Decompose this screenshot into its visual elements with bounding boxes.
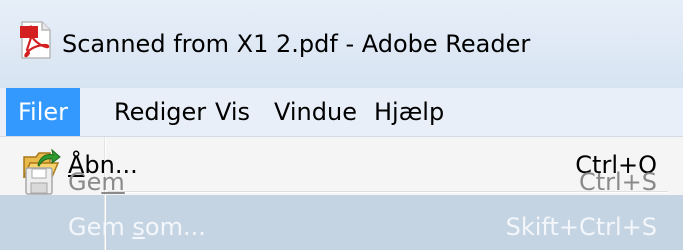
menu-filer[interactable]: Filer — [6, 88, 81, 136]
menu-item-save-as-label: Gem som... — [68, 213, 206, 241]
menu-vindue[interactable]: Vindue — [268, 88, 363, 136]
menu-vis[interactable]: Vis — [209, 88, 256, 136]
window-title: Scanned from X1 2.pdf - Adobe Reader — [62, 30, 531, 58]
save-disk-icon — [24, 166, 58, 196]
menu-rediger[interactable]: Rediger — [108, 88, 212, 136]
menu-hjaelp[interactable]: Hjælp — [368, 88, 450, 136]
application-window: Scanned from X1 2.pdf - Adobe Reader Fil… — [0, 0, 683, 250]
menu-item-save-as[interactable]: Gem som... Skift+Ctrl+S — [0, 195, 683, 250]
menu-item-save-as-shortcut: Skift+Ctrl+S — [505, 213, 657, 241]
adobe-pdf-icon — [18, 20, 54, 60]
